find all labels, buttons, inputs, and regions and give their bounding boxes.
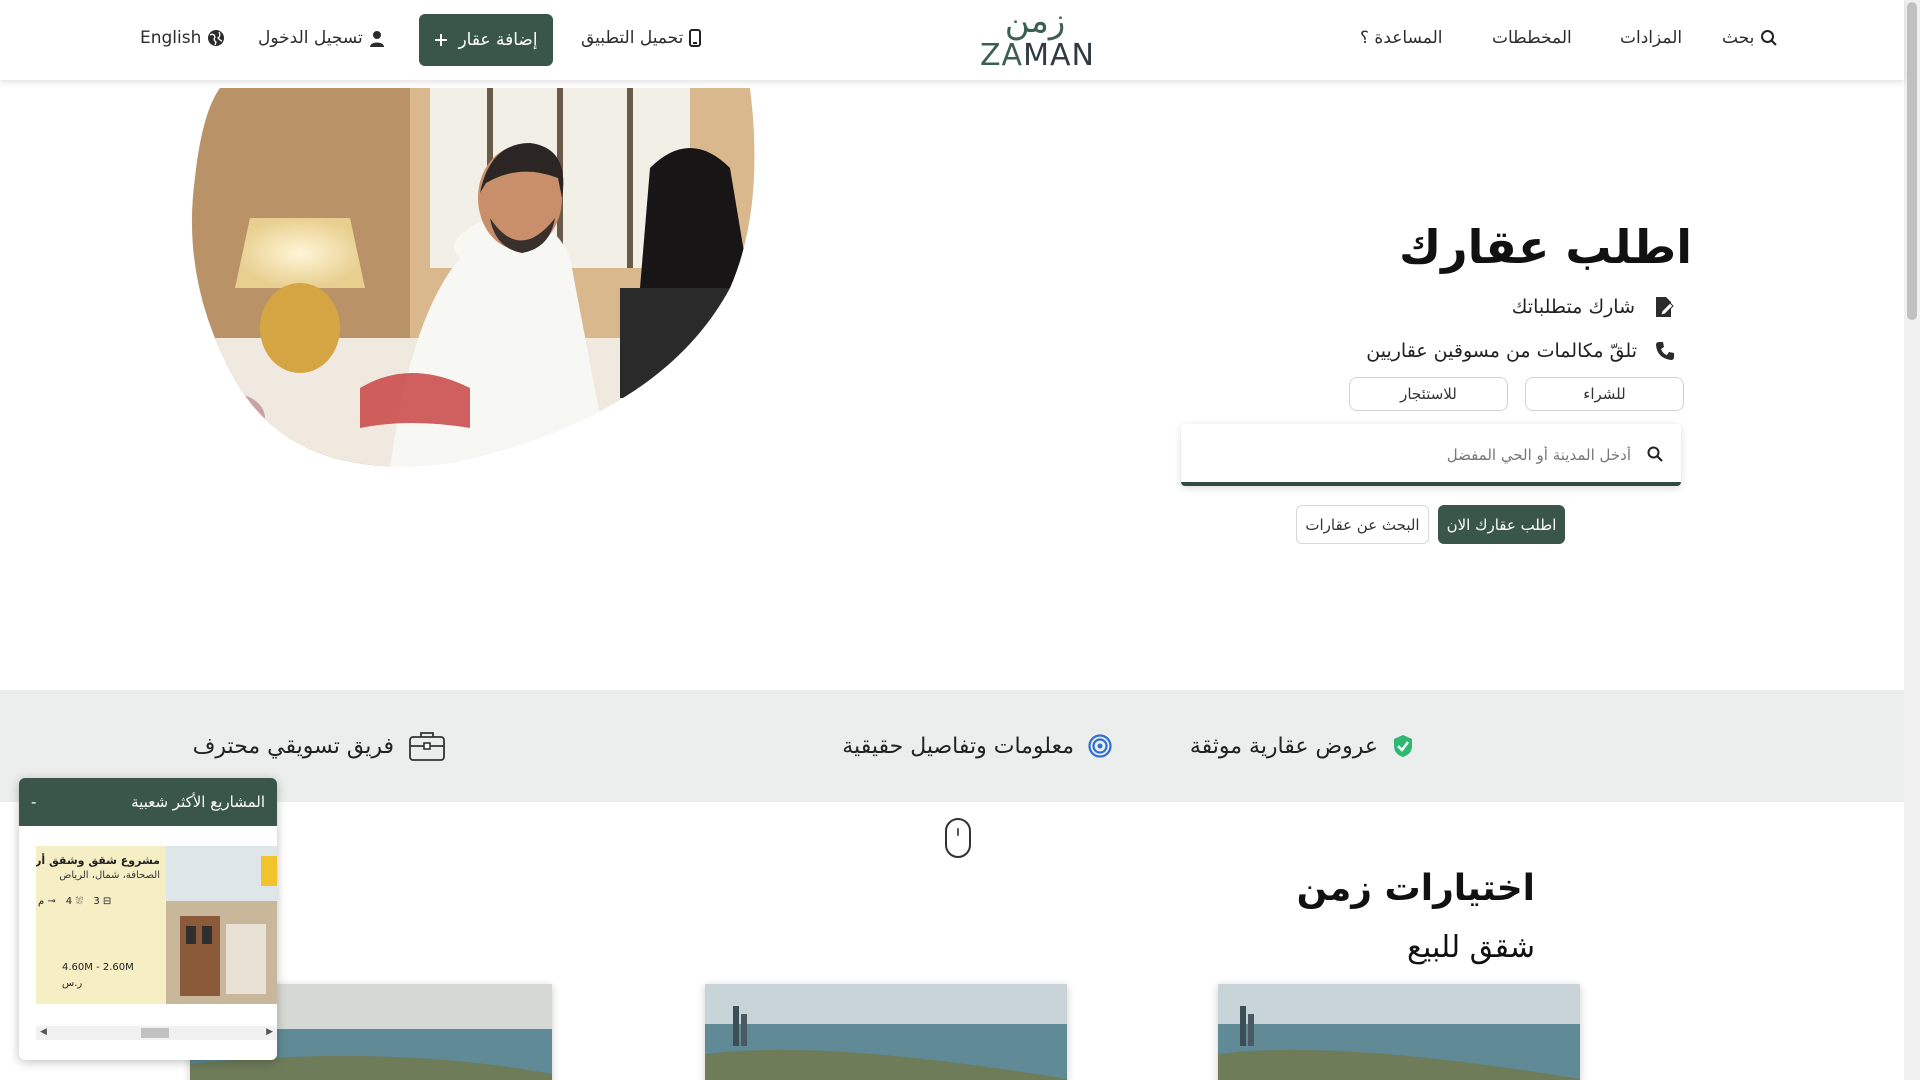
logo-arabic: زمن [1004,1,1066,41]
widget-header: المشاريع الأكثر شعبية - [19,778,277,826]
page-vertical-scrollbar[interactable] [1904,0,1920,1080]
globe-icon [208,30,225,46]
project-specs: م ⊸ 4 ⛆ 3 ⊟ [36,896,111,907]
verified-shield-icon [1394,735,1412,757]
area-spec: م ⊸ [38,896,56,907]
location-search-input[interactable] [1211,438,1641,472]
band-verified-label: عروض عقارية موثقة [1189,733,1378,759]
rent-toggle[interactable]: للاستئجار [1349,377,1508,411]
file-edit-icon [1656,297,1674,317]
nav-auctions-label: المزادات [1620,28,1683,48]
bath-spec: 4 ⛆ [66,896,84,907]
scroll-left-icon[interactable]: ◀ [40,1027,47,1037]
area-unit: م [38,896,45,907]
bed-spec: 3 ⊟ [93,896,111,907]
language-label: English [140,28,202,48]
project-image [166,846,277,1004]
scroll-down-indicator[interactable] [945,818,971,858]
widget-title: المشاريع الأكثر شعبية [131,793,265,811]
logo-en-part-b: MAN [1023,38,1095,73]
briefcase-icon [409,732,445,761]
plus-icon [435,34,448,46]
bath-icon: ⛆ [75,896,84,907]
nav-help[interactable]: المساعدة ؟ [1360,28,1442,48]
project-card[interactable]: مشروع شقق وشقق أرا الصحافة، شمال، الرياض… [36,846,277,1004]
login-label: تسجيل الدخول [258,28,363,48]
hero-title: اطلب عقارك [1398,220,1692,274]
search-properties-button[interactable]: البحث عن عقارات [1296,505,1429,544]
search-icon [1761,30,1778,46]
request-property-button[interactable]: اطلب عقارك الان [1438,505,1565,544]
logo-en-part-a: ZA [980,38,1024,73]
popular-projects-widget: المشاريع الأكثر شعبية - مشروع شقق وشقق أ… [19,778,277,1060]
feature-calls-label: تلقّ مكالمات من مسوقين عقاريين [1366,340,1637,362]
download-app-link[interactable]: تحميل التطبيق [581,28,702,48]
section-title: اختيارات زمن [1296,868,1535,909]
widget-horizontal-scrollbar[interactable]: ◀ ▶ [36,1026,277,1040]
band-real-info: معلومات وتفاصيل حقيقية [842,690,1112,802]
hero-image [190,88,760,468]
login-link[interactable]: تسجيل الدخول [258,28,385,48]
project-card-info: مشروع شقق وشقق أرا الصحافة، شمال، الرياض… [36,846,166,1004]
scroll-right-icon[interactable]: ▶ [266,1027,273,1037]
download-app-label: تحميل التطبيق [581,28,684,48]
page-scrollbar-thumb[interactable] [1907,2,1917,320]
feature-receive-calls: تلقّ مكالمات من مسوقين عقاريين [1366,340,1675,362]
project-currency: ر.س [62,978,83,989]
target-icon [1088,734,1112,758]
nav-search-label: بحث [1722,28,1755,48]
nav-search[interactable]: بحث [1722,28,1778,48]
features-band: عروض عقارية موثقة معلومات وتفاصيل حقيقية… [0,690,1904,802]
zaman-logo[interactable]: زمن ZAMAN [980,1,1094,73]
feature-share-requirements: شارك متطلباتك [1512,296,1675,318]
project-price: 4.60M - 2.60M [62,962,134,973]
widget-collapse-button[interactable]: - [31,793,36,811]
search-icon[interactable] [1647,446,1663,462]
add-property-label: إضافة عقار [458,30,538,50]
listing-card[interactable] [1218,984,1580,1080]
nav-auctions[interactable]: المزادات [1620,28,1682,48]
location-search [1181,424,1681,486]
nav-plans[interactable]: المخططات [1492,28,1572,48]
user-icon [369,30,384,47]
top-navbar: بحث المزادات المخططات المساعدة ؟ زمن ZAM… [0,0,1904,80]
bed-count: 3 [93,896,100,907]
section-subtitle: شقق للبيع [1406,930,1535,965]
band-verified-offers: عروض عقارية موثقة [1190,690,1414,802]
logo-english: ZAMAN [980,38,1094,73]
language-switch[interactable]: English [140,28,225,48]
phone-icon [1656,342,1674,360]
buy-toggle[interactable]: للشراء [1525,377,1684,411]
mobile-icon [689,29,702,47]
feature-share-label: شارك متطلباتك [1511,296,1635,318]
ruler-icon: ⊸ [47,896,56,907]
bed-icon: ⊟ [102,896,112,907]
add-property-button[interactable]: إضافة عقار [419,14,553,66]
scrollbar-thumb[interactable] [141,1028,169,1038]
nav-plans-label: المخططات [1492,28,1572,48]
nav-help-label: المساعدة ؟ [1360,28,1443,48]
band-marketing-label: فريق تسويقي محترف [192,733,394,759]
band-real-info-label: معلومات وتفاصيل حقيقية [842,733,1074,759]
project-title: مشروع شقق وشقق أرا [36,854,160,867]
project-location: الصحافة، شمال، الرياض [59,870,160,881]
listing-card[interactable] [705,984,1067,1080]
bath-count: 4 [65,896,73,907]
page: بحث المزادات المخططات المساعدة ؟ زمن ZAM… [0,0,1920,1080]
